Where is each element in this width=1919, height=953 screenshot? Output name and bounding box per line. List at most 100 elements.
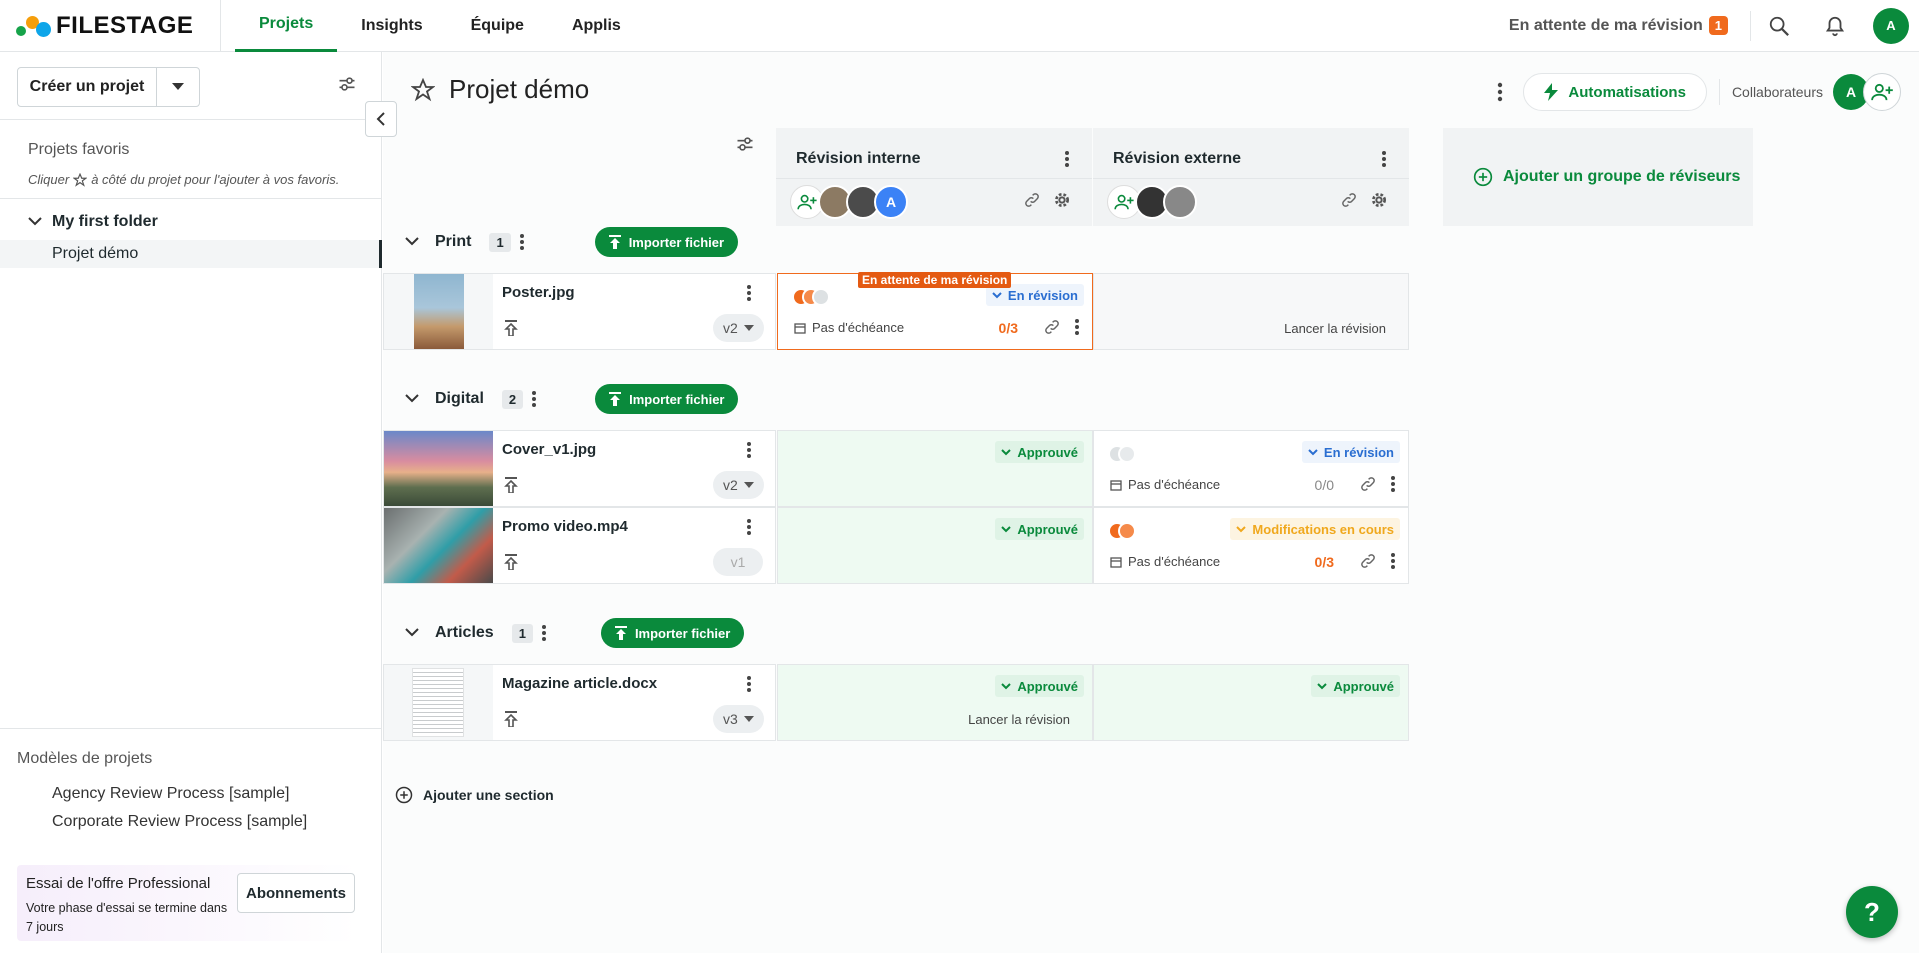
link-icon[interactable] — [1360, 553, 1376, 569]
kebab-menu-icon[interactable] — [519, 233, 525, 251]
chevron-down-icon[interactable] — [28, 217, 42, 227]
upload-version-icon[interactable] — [504, 711, 518, 727]
gear-icon[interactable] — [1371, 192, 1387, 208]
kebab-menu-icon[interactable] — [1074, 318, 1080, 336]
sidebar-project-item[interactable]: Projet démo — [0, 240, 382, 268]
file-thumbnail[interactable] — [384, 274, 493, 349]
file-cell[interactable]: Magazine article.docx v3 — [383, 664, 776, 741]
create-project-button[interactable]: Créer un projet — [18, 68, 157, 106]
kebab-menu-icon[interactable] — [746, 441, 752, 459]
kebab-menu-icon[interactable] — [1381, 150, 1387, 168]
help-button[interactable]: ? — [1846, 886, 1898, 938]
kebab-menu-icon[interactable] — [531, 390, 537, 408]
add-reviewer-group-button[interactable]: Ajouter un groupe de réviseurs — [1443, 128, 1753, 226]
kebab-menu-icon[interactable] — [1390, 475, 1396, 493]
nav-apps[interactable]: Applis — [548, 0, 645, 52]
link-icon[interactable] — [1360, 476, 1376, 492]
caret-down-icon[interactable] — [157, 68, 199, 106]
chevron-down-icon — [992, 291, 1002, 298]
review-cell-external[interactable]: Approuvé — [1093, 664, 1409, 741]
status-badge[interactable]: Modifications en cours — [1230, 518, 1400, 540]
user-avatar[interactable]: A — [1873, 7, 1909, 44]
kebab-menu-icon[interactable] — [746, 675, 752, 693]
column-settings-icon[interactable] — [735, 134, 755, 157]
file-name[interactable]: Magazine article.docx — [502, 675, 657, 692]
file-name[interactable]: Promo video.mp4 — [502, 518, 628, 535]
version-selector[interactable]: v3 — [713, 705, 764, 733]
status-badge[interactable]: Approuvé — [995, 441, 1084, 463]
upload-icon — [614, 626, 627, 640]
import-file-button[interactable]: Importer fichier — [595, 384, 739, 414]
template-item[interactable]: Agency Review Process [sample] — [52, 785, 289, 803]
kebab-menu-icon[interactable] — [541, 624, 547, 642]
link-icon[interactable] — [1341, 192, 1357, 208]
review-cell-external[interactable]: Lancer la révision — [1093, 273, 1409, 350]
file-thumbnail[interactable] — [384, 431, 493, 506]
status-badge[interactable]: Approuvé — [995, 518, 1084, 540]
add-collaborator-icon[interactable] — [1863, 73, 1901, 111]
logo[interactable]: FILESTAGE — [16, 0, 221, 52]
automations-button[interactable]: Automatisations — [1523, 73, 1707, 111]
link-icon[interactable] — [1024, 192, 1040, 208]
nav-team[interactable]: Équipe — [447, 0, 548, 52]
favorite-star-icon[interactable] — [411, 77, 435, 102]
chevron-down-icon[interactable] — [405, 628, 419, 638]
launch-review-button[interactable]: Lancer la révision — [1284, 321, 1386, 336]
file-thumbnail[interactable] — [384, 665, 493, 740]
chevron-down-icon — [1001, 682, 1012, 689]
import-file-button[interactable]: Importer fichier — [600, 618, 745, 648]
add-section-button[interactable]: Ajouter une section — [395, 786, 554, 804]
chevron-down-icon[interactable] — [405, 237, 419, 247]
collapse-sidebar-button[interactable] — [365, 101, 397, 137]
status-badge[interactable]: Approuvé — [1311, 675, 1400, 697]
import-file-button[interactable]: Importer fichier — [594, 227, 739, 257]
chevron-down-icon[interactable] — [405, 394, 419, 404]
gear-icon[interactable] — [1054, 192, 1070, 208]
review-cell-external[interactable]: Modifications en cours Pas d'échéance 0/… — [1093, 507, 1409, 584]
kebab-menu-icon[interactable] — [1390, 552, 1396, 570]
due-date[interactable]: Pas d'échéance — [1110, 554, 1220, 569]
version-selector[interactable]: v2 — [713, 471, 764, 499]
template-item[interactable]: Corporate Review Process [sample] — [52, 813, 307, 831]
main-content: Projet démo Automatisations Collaborateu… — [383, 52, 1919, 953]
reviewer-avatar[interactable] — [1163, 185, 1197, 219]
nav-insights[interactable]: Insights — [337, 0, 446, 52]
file-cell[interactable]: Cover_v1.jpg v2 — [383, 430, 776, 507]
pending-review-link[interactable]: En attente de ma révision 1 — [1509, 10, 1751, 41]
subscriptions-button[interactable]: Abonnements — [237, 873, 355, 913]
kebab-menu-icon[interactable] — [746, 518, 752, 536]
folder-item[interactable]: My first folder — [28, 213, 158, 231]
status-label: En révision — [1007, 287, 1078, 303]
review-cell-internal[interactable]: Approuvé — [777, 430, 1093, 507]
add-group-label: Ajouter un groupe de réviseurs — [1503, 168, 1741, 185]
due-date[interactable]: Pas d'échéance — [794, 320, 904, 335]
plus-circle-icon — [1473, 167, 1493, 187]
file-thumbnail[interactable] — [384, 508, 493, 583]
file-cell[interactable]: Promo video.mp4 v1 — [383, 507, 776, 584]
kebab-menu-icon[interactable] — [746, 284, 752, 302]
review-cell-internal[interactable]: En attente de ma révision En révision Pa… — [777, 272, 1093, 350]
bell-icon[interactable] — [1807, 0, 1863, 52]
status-badge[interactable]: En révision — [1301, 441, 1400, 463]
nav-projects[interactable]: Projets — [235, 0, 338, 52]
file-cell[interactable]: Poster.jpg v2 — [383, 273, 776, 350]
version-selector[interactable]: v2 — [713, 314, 764, 342]
upload-version-icon[interactable] — [504, 477, 518, 493]
upload-version-icon[interactable] — [504, 554, 518, 570]
upload-version-icon[interactable] — [504, 320, 518, 336]
file-name[interactable]: Poster.jpg — [502, 284, 575, 301]
review-cell-internal[interactable]: Approuvé — [777, 507, 1093, 584]
link-icon[interactable] — [1044, 319, 1060, 335]
review-count: 0/0 — [1314, 477, 1334, 493]
due-date[interactable]: Pas d'échéance — [1110, 477, 1220, 492]
launch-review-button[interactable]: Lancer la révision — [968, 712, 1070, 727]
kebab-menu-icon[interactable] — [1064, 150, 1070, 168]
file-name[interactable]: Cover_v1.jpg — [502, 441, 596, 458]
kebab-menu-icon[interactable] — [1497, 82, 1503, 102]
status-badge[interactable]: Approuvé — [995, 675, 1084, 697]
filter-sliders-icon[interactable] — [337, 74, 357, 97]
reviewer-avatar[interactable]: A — [874, 185, 908, 219]
search-icon[interactable] — [1751, 0, 1807, 52]
review-cell-external[interactable]: En révision Pas d'échéance 0/0 — [1093, 430, 1409, 507]
review-cell-internal[interactable]: Approuvé Lancer la révision — [777, 664, 1093, 741]
